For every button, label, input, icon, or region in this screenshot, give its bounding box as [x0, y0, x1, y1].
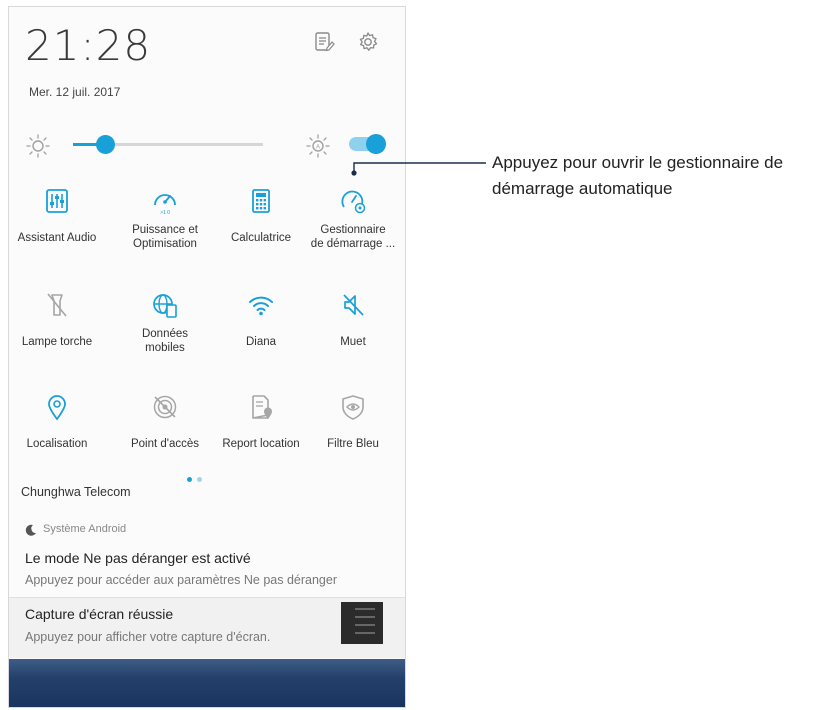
callout-annotation: Appuyez pour ouvrir le gestionnaire de d… — [492, 150, 783, 202]
callout-pointer — [351, 162, 486, 176]
callout-line-2: démarrage automatique — [492, 179, 673, 198]
callout-line-1: Appuyez pour ouvrir le gestionnaire de — [492, 153, 784, 172]
